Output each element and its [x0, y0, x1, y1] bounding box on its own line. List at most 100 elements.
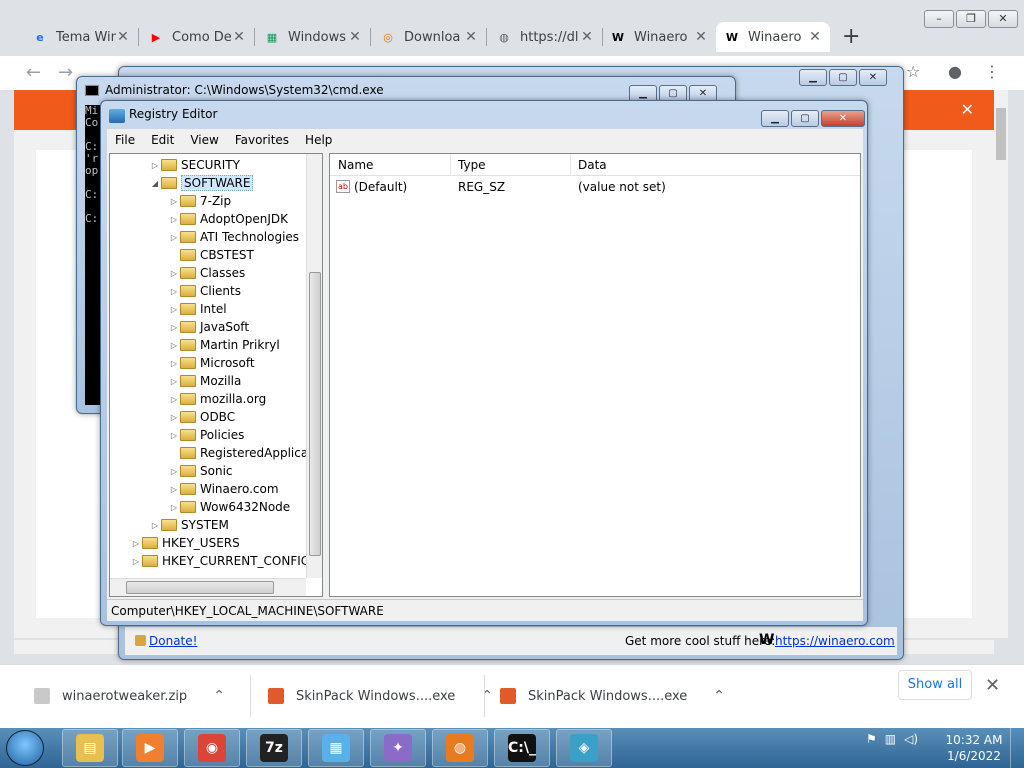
tree-node[interactable]: ▷ HKEY_CURRENT_CONFIG: [130, 552, 310, 570]
tree-node[interactable]: ▷ Policies: [168, 426, 244, 444]
tree-node[interactable]: ▷ Microsoft: [168, 354, 255, 372]
taskbar-app-regedit[interactable]: ◈: [556, 729, 612, 767]
back-icon[interactable]: ←: [26, 62, 41, 83]
scroll-thumb[interactable]: [126, 581, 274, 594]
taskbar-app-cmd[interactable]: C:\_: [494, 729, 550, 767]
maximize-button[interactable]: ▢: [829, 69, 857, 86]
tab-close-icon[interactable]: ✕: [580, 29, 594, 45]
browser-tab[interactable]: W Winaero ✕: [602, 22, 716, 52]
expand-arrow-icon[interactable]: ▷: [168, 395, 180, 404]
banner-close-icon[interactable]: ✕: [961, 100, 974, 119]
tree-node[interactable]: ▷ ATI Technologies: [168, 228, 299, 246]
download-item[interactable]: SkinPack Windows....exe ⌃: [268, 673, 493, 719]
menu-view[interactable]: View: [182, 133, 226, 147]
tree-node[interactable]: ▷ ODBC: [168, 408, 235, 426]
browser-tab[interactable]: ◎ Downloa ✕: [372, 22, 486, 52]
forward-icon[interactable]: →: [58, 62, 73, 83]
menu-help[interactable]: Help: [297, 133, 340, 147]
expand-arrow-icon[interactable]: ▷: [168, 323, 180, 332]
tree-node[interactable]: ▷ Mozilla: [168, 372, 241, 390]
tab-close-icon[interactable]: ✕: [694, 29, 708, 45]
tab-close-icon[interactable]: ✕: [464, 29, 478, 45]
action-center-icon[interactable]: ⚑: [866, 732, 877, 746]
tab-close-icon[interactable]: ✕: [808, 29, 822, 45]
scroll-thumb[interactable]: [309, 272, 321, 556]
browser-tab[interactable]: W Winaero ✕: [716, 22, 830, 52]
tab-close-icon[interactable]: ✕: [116, 29, 130, 45]
page-vertical-scrollbar[interactable]: [994, 90, 1008, 638]
tree-vertical-scrollbar[interactable]: [306, 154, 322, 578]
menu-favorites[interactable]: Favorites: [227, 133, 297, 147]
minimize-button[interactable]: ▁: [761, 110, 789, 127]
tree-node[interactable]: ▷ Winaero.com: [168, 480, 279, 498]
expand-arrow-icon[interactable]: ▷: [168, 341, 180, 350]
tree-node[interactable]: ▷ SYSTEM: [149, 516, 229, 534]
chrome-menu-icon[interactable]: ⋮: [984, 62, 1000, 81]
maximize-button[interactable]: ❐: [956, 10, 986, 28]
tree-node[interactable]: ▷ Martin Prikryl: [168, 336, 280, 354]
browser-tab[interactable]: e Tema Win ✕: [24, 22, 138, 52]
value-row[interactable]: ab (Default) REG_SZ (value not set): [330, 178, 860, 196]
tree-node[interactable]: ▷ Clients: [168, 282, 241, 300]
taskbar-app-chrome[interactable]: ◉: [184, 729, 240, 767]
taskbar-app-explorer[interactable]: ▤: [62, 729, 118, 767]
browser-tab[interactable]: ▦ Windows ✕: [256, 22, 370, 52]
chevron-up-icon[interactable]: ⌃: [713, 688, 725, 704]
tree-node[interactable]: ▷ JavaSoft: [168, 318, 249, 336]
expand-arrow-icon[interactable]: ◢: [149, 179, 161, 188]
taskbar-app-tweaker[interactable]: ✦: [370, 729, 426, 767]
expand-arrow-icon[interactable]: ▷: [130, 539, 142, 548]
column-divider[interactable]: [450, 154, 451, 176]
column-name[interactable]: Name: [338, 158, 373, 172]
network-icon[interactable]: ▥: [885, 732, 896, 746]
expand-arrow-icon[interactable]: ▷: [168, 485, 180, 494]
tree-node[interactable]: ▷ SECURITY: [149, 156, 240, 174]
tree-node[interactable]: ▷ AdoptOpenJDK: [168, 210, 288, 228]
expand-arrow-icon[interactable]: ▷: [168, 431, 180, 440]
expand-arrow-icon[interactable]: ▷: [149, 161, 161, 170]
show-all-button[interactable]: Show all: [898, 670, 972, 700]
expand-arrow-icon[interactable]: ▷: [168, 215, 180, 224]
menu-file[interactable]: File: [107, 133, 143, 147]
column-type[interactable]: Type: [458, 158, 486, 172]
bookmark-star-icon[interactable]: ☆: [906, 62, 920, 81]
tree-horizontal-scrollbar[interactable]: [110, 578, 306, 596]
tree-node[interactable]: RegisteredApplica: [168, 444, 308, 462]
chevron-up-icon[interactable]: ⌃: [213, 688, 225, 704]
expand-arrow-icon[interactable]: ▷: [168, 233, 180, 242]
taskbar-app-7zip[interactable]: 7z: [246, 729, 302, 767]
tab-close-icon[interactable]: ✕: [348, 29, 362, 45]
clock[interactable]: 10:32 AM 1/6/2022: [944, 732, 1004, 764]
expand-arrow-icon[interactable]: ▷: [168, 503, 180, 512]
expand-arrow-icon[interactable]: ▷: [168, 359, 180, 368]
close-button[interactable]: ✕: [821, 110, 865, 127]
browser-tab[interactable]: ▶ Como De ✕: [140, 22, 254, 52]
tree-node[interactable]: ▷ Classes: [168, 264, 245, 282]
taskbar-app-firefox[interactable]: ◍: [432, 729, 488, 767]
column-data[interactable]: Data: [578, 158, 607, 172]
minimize-button[interactable]: –: [924, 10, 954, 28]
tree-node[interactable]: ▷ Intel: [168, 300, 227, 318]
expand-arrow-icon[interactable]: ▷: [168, 305, 180, 314]
expand-arrow-icon[interactable]: ▷: [168, 269, 180, 278]
expand-arrow-icon[interactable]: ▷: [168, 467, 180, 476]
volume-icon[interactable]: ◁): [904, 732, 918, 746]
maximize-button[interactable]: ▢: [791, 110, 819, 127]
tree-node[interactable]: ▷ mozilla.org: [168, 390, 266, 408]
donate-link[interactable]: Donate!: [149, 634, 197, 648]
download-item[interactable]: winaerotweaker.zip ⌃: [34, 673, 225, 719]
taskbar-app-control[interactable]: ▦: [308, 729, 364, 767]
expand-arrow-icon[interactable]: ▷: [149, 521, 161, 530]
tree-node[interactable]: ◢ SOFTWARE: [149, 174, 254, 192]
menu-edit[interactable]: Edit: [143, 133, 182, 147]
tree-node[interactable]: ▷ Sonic: [168, 462, 233, 480]
tree-node[interactable]: CBSTEST: [168, 246, 254, 264]
tree-node[interactable]: ▷ 7-Zip: [168, 192, 231, 210]
expand-arrow-icon[interactable]: ▷: [168, 197, 180, 206]
start-button[interactable]: [6, 730, 44, 766]
scroll-thumb[interactable]: [996, 108, 1006, 160]
profile-icon[interactable]: ●: [948, 62, 962, 81]
tree-node[interactable]: ▷ Wow6432Node: [168, 498, 290, 516]
browser-tab[interactable]: ◍ https://dl ✕: [488, 22, 602, 52]
new-tab-button[interactable]: +: [842, 24, 860, 49]
